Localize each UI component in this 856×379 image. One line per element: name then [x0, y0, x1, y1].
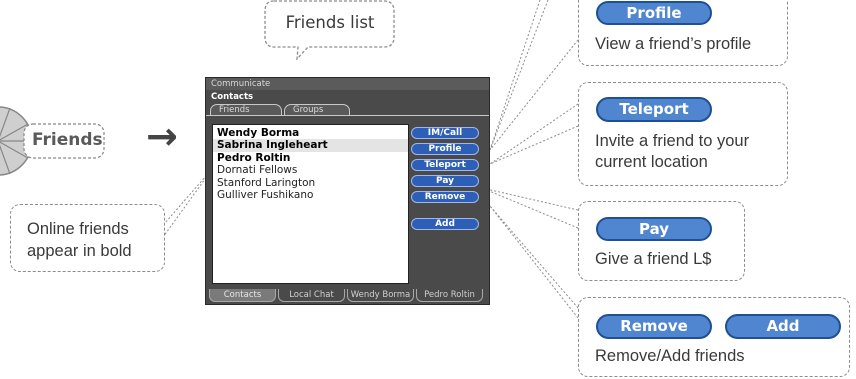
teleport-pill: Teleport — [596, 97, 712, 122]
teleport-button[interactable]: Teleport — [411, 159, 479, 171]
pay-description: Give a friend L$ — [595, 250, 712, 268]
pay-pill: Pay — [596, 217, 712, 241]
friends-list[interactable]: Wendy Borma Sabrina Ingleheart Pedro Rol… — [212, 124, 409, 284]
bottom-tab-pedro-roltin[interactable]: Pedro Roltin — [416, 289, 483, 302]
bottom-tab-wendy-borma[interactable]: Wendy Borma — [347, 289, 414, 302]
online-friends-callout: Online friends appear in bold — [10, 204, 165, 272]
pie-menu-friends-label: Friends — [32, 130, 103, 150]
pay-callout: Pay Give a friend L$ — [578, 201, 745, 281]
teleport-description-line1: Invite a friend to your — [595, 132, 750, 150]
list-item[interactable]: Wendy Borma — [213, 127, 408, 139]
online-friends-line2: appear in bold — [27, 242, 132, 260]
profile-callout: Profile View a friend’s profile — [578, 0, 788, 66]
pay-button[interactable]: Pay — [411, 175, 479, 187]
teleport-description-line2: current location — [595, 153, 708, 171]
tab-divider — [206, 115, 489, 116]
bottom-tab-local-chat[interactable]: Local Chat — [278, 289, 345, 302]
arrow-right-icon: → — [146, 114, 178, 158]
panel-title: Communicate — [206, 78, 489, 90]
profile-pill: Profile — [596, 1, 712, 25]
panel-subtitle: Contacts — [211, 92, 254, 102]
profile-button[interactable]: Profile — [411, 143, 479, 155]
friends-list-label: Friends list — [285, 13, 375, 32]
list-item[interactable]: Pedro Roltin — [213, 152, 408, 164]
list-item[interactable]: Gulliver Fushikano — [213, 189, 408, 201]
add-button[interactable]: Add — [411, 218, 479, 230]
profile-description: View a friend’s profile — [595, 35, 752, 53]
pie-menu: Friends — [0, 96, 108, 190]
remove-add-description: Remove/Add friends — [595, 347, 745, 365]
bottom-tab-contacts[interactable]: Contacts — [209, 289, 276, 302]
teleport-callout: Teleport Invite a friend to your current… — [578, 82, 788, 186]
communicate-panel: Communicate Contacts Friends Groups Wend… — [205, 77, 490, 305]
list-item[interactable]: Sabrina Ingleheart — [213, 139, 408, 152]
add-pill: Add — [725, 314, 841, 339]
remove-pill: Remove — [596, 314, 712, 339]
online-friends-line1: Online friends — [27, 220, 129, 238]
list-item[interactable]: Stanford Larington — [213, 177, 408, 189]
list-item[interactable]: Dornati Fellows — [213, 164, 408, 176]
remove-add-callout: Remove Add Remove/Add friends — [578, 297, 850, 377]
remove-button[interactable]: Remove — [411, 191, 479, 203]
im-call-button[interactable]: IM/Call — [411, 127, 479, 139]
